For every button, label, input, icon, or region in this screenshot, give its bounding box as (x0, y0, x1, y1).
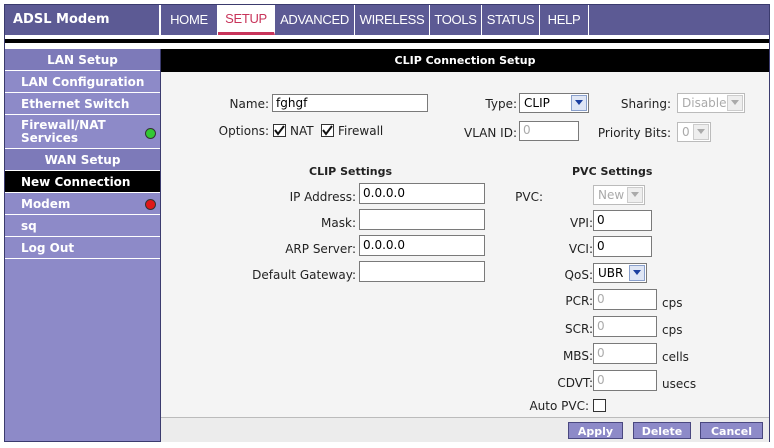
status-green-icon (145, 128, 156, 139)
delete-button[interactable]: Delete (633, 422, 691, 439)
mask-input[interactable] (359, 209, 485, 230)
priority-bits-value: 0 (682, 125, 690, 139)
brand-logo: ADSL Modem (5, 5, 160, 35)
button-bar: Apply Delete Cancel (161, 417, 769, 442)
vlan-id-input[interactable]: 0 (519, 121, 579, 141)
mask-label: Mask: (321, 216, 356, 230)
auto-pvc-checkbox[interactable] (593, 399, 606, 412)
tab-advanced[interactable]: ADVANCED (275, 5, 355, 35)
arp-server-input[interactable]: 0.0.0.0 (359, 235, 485, 256)
page-title: CLIP Connection Setup (161, 49, 769, 72)
apply-button[interactable]: Apply (568, 422, 623, 439)
sidebar-item-logout[interactable]: Log Out (5, 237, 160, 259)
clip-settings-title: CLIP Settings (309, 165, 392, 178)
tab-status[interactable]: STATUS (482, 5, 540, 35)
name-input[interactable]: fghgf (272, 94, 428, 112)
priority-bits-select: 0 (677, 122, 711, 142)
cdvt-unit: usecs (662, 377, 697, 391)
nat-checkbox[interactable] (273, 124, 286, 137)
scr-label: SCR: (564, 322, 593, 336)
auto-pvc-label: Auto PVC: (529, 399, 589, 413)
firewall-label: Firewall (338, 124, 384, 138)
header-divider (5, 35, 769, 45)
chevron-down-icon (727, 95, 743, 111)
tab-setup[interactable]: SETUP (218, 5, 275, 35)
cancel-button[interactable]: Cancel (700, 422, 763, 439)
name-label: Name: (229, 97, 269, 111)
type-select[interactable]: CLIP (519, 93, 589, 113)
chevron-down-icon (693, 124, 709, 140)
pcr-input[interactable]: 0 (593, 289, 657, 310)
sidebar-item-modem[interactable]: Modem (5, 193, 160, 215)
tab-wireless[interactable]: WIRELESS (355, 5, 430, 35)
default-gateway-input[interactable] (359, 261, 485, 282)
pvc-settings-title: PVC Settings (572, 165, 653, 178)
sidebar-item-new-connection[interactable]: New Connection (5, 171, 160, 193)
sidebar-header-wan: WAN Setup (5, 149, 160, 171)
default-gateway-label: Default Gateway: (252, 268, 356, 282)
scr-unit: cps (662, 323, 683, 337)
sharing-select: Disable (677, 93, 745, 113)
cdvt-input[interactable]: 0 (593, 370, 657, 391)
type-select-value: CLIP (524, 96, 550, 110)
chevron-down-icon (571, 95, 587, 111)
sidebar-header-lan: LAN Setup (5, 49, 160, 71)
pcr-unit: cps (662, 296, 683, 310)
qos-select-value: UBR (598, 266, 624, 280)
ip-address-label: IP Address: (289, 190, 356, 204)
qos-select[interactable]: UBR (593, 263, 647, 283)
sidebar-item-ethernet-switch[interactable]: Ethernet Switch (5, 93, 160, 115)
options-label: Options: (218, 124, 269, 138)
top-nav: HOME SETUP ADVANCED WIRELESS TOOLS STATU… (161, 5, 769, 35)
pvc-label: PVC: (515, 190, 543, 204)
qos-label: QoS: (564, 268, 593, 282)
arp-server-label: ARP Server: (285, 242, 356, 256)
pvc-select-value: New (598, 188, 625, 202)
scr-input[interactable]: 0 (593, 316, 657, 337)
tab-home[interactable]: HOME (161, 5, 218, 35)
tab-tools[interactable]: TOOLS (430, 5, 482, 35)
chevron-down-icon (627, 187, 643, 203)
vci-label: VCI: (568, 242, 593, 256)
priority-bits-label: Priority Bits: (597, 126, 671, 140)
ip-address-input[interactable]: 0.0.0.0 (359, 183, 485, 204)
firewall-checkbox[interactable] (321, 124, 334, 137)
pvc-select: New (593, 185, 645, 205)
tab-help[interactable]: HELP (540, 5, 589, 35)
chevron-down-icon (629, 265, 645, 281)
sidebar-item-label: Modem (21, 197, 71, 211)
pcr-label: PCR: (565, 294, 593, 308)
type-label: Type: (485, 97, 517, 111)
sharing-select-value: Disable (682, 96, 727, 110)
sidebar-item-lan-configuration[interactable]: LAN Configuration (5, 71, 160, 93)
main-content: CLIP Connection Setup Name: fghgf Type: … (161, 49, 769, 442)
sidebar-item-sq[interactable]: sq (5, 215, 160, 237)
vpi-label: VPI: (569, 216, 593, 230)
sidebar-item-label: Services (21, 131, 79, 145)
mbs-unit: cells (662, 350, 689, 364)
vpi-input[interactable]: 0 (593, 210, 652, 231)
vci-input[interactable]: 0 (593, 236, 652, 257)
sidebar-item-firewall-nat[interactable]: Firewall/NAT Services (5, 115, 160, 149)
sharing-label: Sharing: (620, 97, 671, 111)
app-frame: ADSL Modem HOME SETUP ADVANCED WIRELESS … (4, 4, 770, 442)
sidebar: LAN Setup LAN Configuration Ethernet Swi… (5, 49, 161, 441)
status-red-icon (145, 199, 156, 210)
mbs-label: MBS: (562, 349, 593, 363)
sidebar-item-label: Firewall/NAT (21, 118, 106, 132)
mbs-input[interactable]: 0 (593, 343, 657, 364)
vlan-id-label: VLAN ID: (464, 126, 517, 140)
nat-label: NAT (290, 124, 314, 138)
cdvt-label: CDVT: (557, 376, 593, 390)
